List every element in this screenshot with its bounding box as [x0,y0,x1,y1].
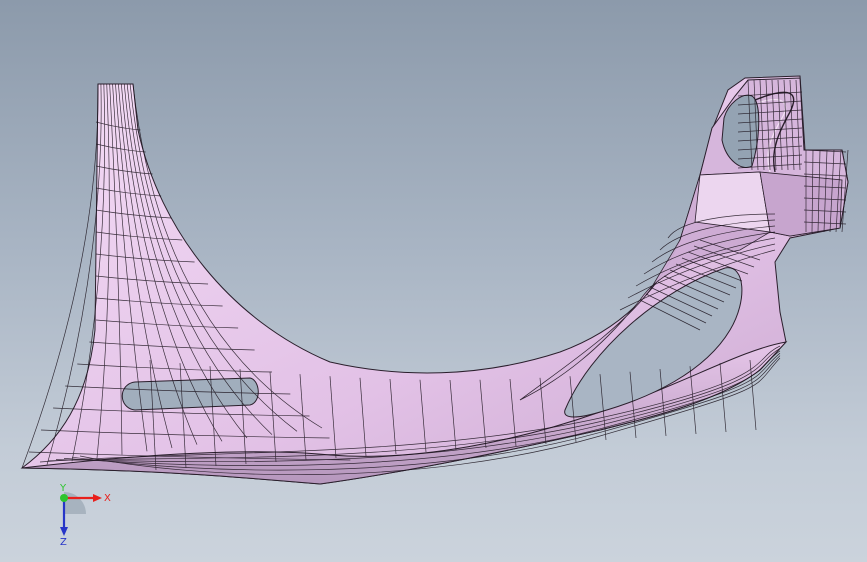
x-axis-label: X [104,493,111,504]
z-axis-label: Z [60,537,67,546]
x-arrow-icon [93,494,102,502]
orientation-triad[interactable]: X Y Z [46,480,116,548]
z-arrow-icon [60,527,68,536]
slot-hole-left[interactable] [121,377,259,411]
3d-viewport[interactable]: X Y Z [0,0,867,562]
y-axis-label: Y [59,483,67,494]
cad-model[interactable] [0,0,867,562]
bracket-face [694,171,771,233]
triad-plane [64,492,86,514]
y-axis-dot [60,494,68,502]
